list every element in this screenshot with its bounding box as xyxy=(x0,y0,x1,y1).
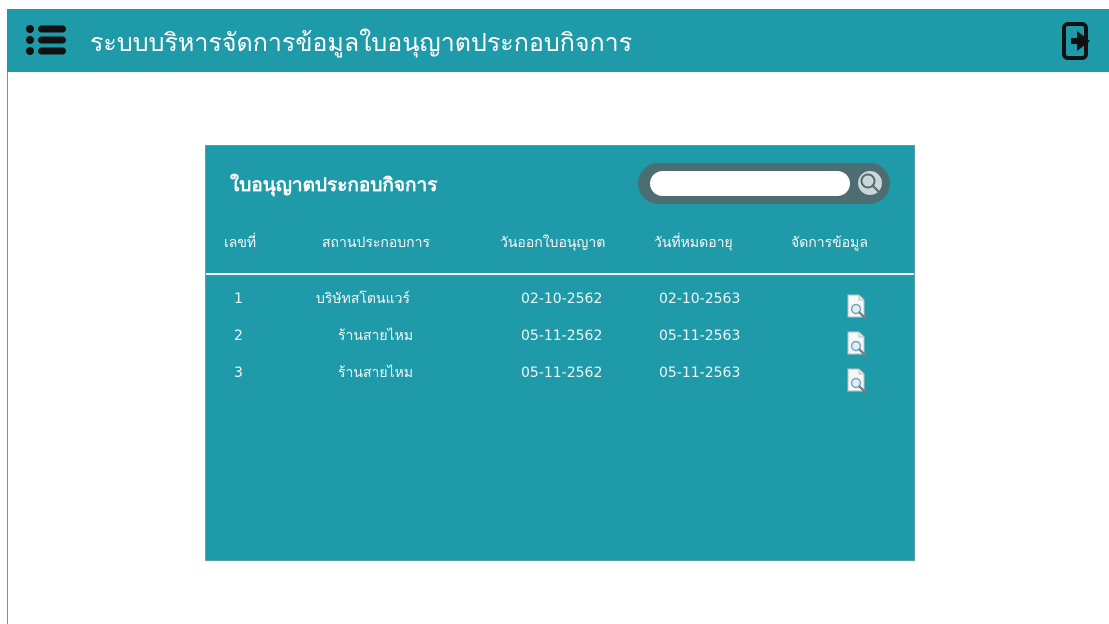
issue-date: 02-10-2562 xyxy=(521,291,603,307)
column-header-expires: วันที่หมดอายุ xyxy=(654,235,733,251)
column-header-manage: จัดการข้อมูล xyxy=(791,235,868,251)
business-name: บริษัทสโตนแวร์ xyxy=(316,291,410,307)
document-search-icon xyxy=(847,368,868,395)
row-number: 3 xyxy=(234,365,243,381)
table-header-row: เลขที่ สถานประกอบการ วันออกใบอนุญาต วันท… xyxy=(206,232,914,260)
exit-icon xyxy=(1062,22,1090,60)
panel-title: ใบอนุญาตประกอบกิจการ xyxy=(230,174,438,196)
column-header-business: สถานประกอบการ xyxy=(322,235,431,251)
app-header: ระบบบริหารจัดการข้อมูลใบอนุญาตประกอบกิจก… xyxy=(7,9,1109,72)
logout-button[interactable] xyxy=(1061,21,1093,61)
table-row: 1 บริษัทสโตนแวร์ 02-10-2562 02-10-2563 xyxy=(206,288,914,322)
table-row: 3 ร้านสายไหม 05-11-2562 05-11-2563 xyxy=(206,362,914,396)
row-number: 2 xyxy=(234,328,243,344)
view-details-button[interactable] xyxy=(842,367,870,395)
issue-date: 05-11-2562 xyxy=(521,328,603,344)
search-button[interactable] xyxy=(858,171,882,195)
view-details-button[interactable] xyxy=(842,330,870,358)
search-box xyxy=(638,163,890,204)
column-header-number: เลขที่ xyxy=(224,235,257,251)
view-details-button[interactable] xyxy=(842,293,870,321)
column-header-issued: วันออกใบอนุญาต xyxy=(500,235,606,251)
business-name: ร้านสายไหม xyxy=(338,328,414,344)
expiry-date: 05-11-2563 xyxy=(659,365,741,381)
row-number: 1 xyxy=(234,291,243,307)
expiry-date: 02-10-2563 xyxy=(659,291,741,307)
business-name: ร้านสายไหม xyxy=(338,365,414,381)
table-divider xyxy=(206,273,914,275)
search-input[interactable] xyxy=(650,171,850,196)
table-row: 2 ร้านสายไหม 05-11-2562 05-11-2563 xyxy=(206,325,914,359)
issue-date: 05-11-2562 xyxy=(521,365,603,381)
expiry-date: 05-11-2563 xyxy=(659,328,741,344)
document-search-icon xyxy=(847,294,868,321)
menu-icon xyxy=(26,25,66,55)
menu-button[interactable] xyxy=(25,24,69,57)
app-title: ระบบบริหารจัดการข้อมูลใบอนุญาตประกอบกิจก… xyxy=(90,28,633,57)
license-panel: ใบอนุญาตประกอบกิจการ เลขที่ สถานประกอบกา… xyxy=(205,145,915,561)
search-icon xyxy=(860,173,880,193)
page-left-border xyxy=(7,72,8,624)
document-search-icon xyxy=(847,331,868,358)
